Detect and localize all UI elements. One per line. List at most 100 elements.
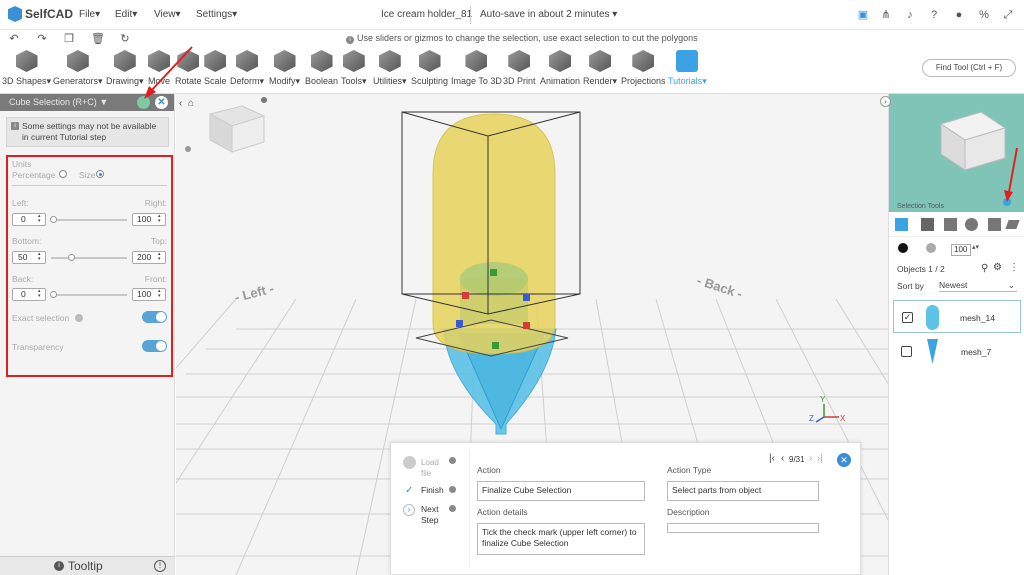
more-icon[interactable]: ⋮ bbox=[1009, 262, 1019, 273]
fullscreen-icon[interactable]: ⤢ bbox=[1001, 8, 1015, 22]
percent-icon[interactable]: % bbox=[977, 8, 991, 22]
object-select-icon[interactable] bbox=[895, 218, 908, 231]
object-checkbox[interactable]: ✓ bbox=[902, 312, 913, 323]
next-step-icon[interactable]: › bbox=[403, 504, 415, 516]
refresh-icon[interactable]: ↻ bbox=[119, 32, 131, 45]
step-next[interactable]: Next Step bbox=[421, 504, 441, 526]
size-radio[interactable] bbox=[96, 170, 104, 178]
hint-text: i Use sliders or gizmos to change the sel… bbox=[346, 33, 698, 44]
next-page-icon[interactable]: › bbox=[809, 453, 812, 464]
tool-image-to-3d[interactable]: Image To 3D bbox=[451, 50, 502, 86]
autosave-status[interactable]: Auto-save in about 2 minutes ▾ bbox=[480, 9, 617, 20]
notifications-icon[interactable]: ♪ bbox=[903, 8, 917, 22]
caret-down-icon[interactable]: ▼ bbox=[99, 97, 108, 107]
size-label: Size bbox=[79, 170, 96, 180]
collapse-left-icon[interactable]: ‹ bbox=[179, 98, 182, 109]
animation-icon bbox=[549, 50, 572, 72]
face-select-icon[interactable] bbox=[921, 218, 934, 231]
right-input[interactable]: 100 bbox=[132, 213, 166, 226]
object-row[interactable]: ✓ mesh_14 bbox=[893, 300, 1021, 333]
gear-icon[interactable]: ⚙ bbox=[993, 262, 1002, 273]
info-icon bbox=[449, 457, 456, 464]
tool-drawing[interactable]: Drawing▾ bbox=[106, 50, 144, 87]
sculpting-icon bbox=[418, 50, 441, 72]
object-checkbox[interactable] bbox=[901, 346, 912, 357]
percentage-radio[interactable] bbox=[59, 170, 67, 178]
menu-file[interactable]: File▾ bbox=[79, 9, 100, 20]
sort-select[interactable]: Newest ⌄ bbox=[939, 278, 1017, 292]
first-page-icon[interactable]: |‹ bbox=[769, 453, 775, 464]
document-title[interactable]: Ice cream holder_81 bbox=[381, 9, 472, 20]
app-logo[interactable]: SelfCAD bbox=[8, 6, 73, 22]
transparency-toggle[interactable] bbox=[142, 340, 167, 352]
step-load-file[interactable]: Load file bbox=[421, 457, 441, 479]
axis-gizmo: X Y Z bbox=[809, 395, 846, 423]
question-icon[interactable]: ? bbox=[927, 8, 941, 22]
left-input[interactable]: 0 bbox=[12, 213, 46, 226]
tooltip-bar[interactable]: i Tooltip ! bbox=[0, 556, 175, 575]
tooltip-info-icon[interactable]: ! bbox=[154, 560, 166, 572]
tool-render[interactable]: Render▾ bbox=[583, 50, 617, 87]
tool-animation[interactable]: Animation bbox=[540, 50, 580, 86]
save-icon[interactable]: ▣ bbox=[856, 8, 870, 22]
delete-icon[interactable]: 🗑 bbox=[91, 32, 105, 45]
tool-boolean[interactable]: Boolean bbox=[305, 50, 338, 86]
back-slider-thumb[interactable] bbox=[50, 291, 57, 298]
tool-sculpting[interactable]: Sculpting bbox=[411, 50, 448, 86]
tool-generators[interactable]: Generators▾ bbox=[53, 50, 103, 87]
tool-3d-print[interactable]: 3D Print bbox=[503, 50, 536, 86]
bottom-slider-thumb[interactable] bbox=[68, 254, 75, 261]
redo-icon[interactable]: ↷ bbox=[36, 32, 48, 45]
gizmo-dot[interactable] bbox=[261, 97, 267, 103]
undo-icon[interactable]: ↶ bbox=[8, 32, 20, 45]
top-input[interactable]: 200 bbox=[132, 251, 166, 264]
capsule-mesh-icon bbox=[926, 305, 939, 330]
collapse-right-icon[interactable]: › bbox=[880, 96, 891, 107]
bottom-input[interactable]: 50 bbox=[12, 251, 46, 264]
copy-icon[interactable]: ❐ bbox=[63, 32, 75, 45]
left-slider-thumb[interactable] bbox=[50, 216, 57, 223]
back-front-slider[interactable] bbox=[51, 294, 127, 296]
material-icon[interactable] bbox=[926, 243, 936, 253]
close-tutorial-button[interactable]: ✕ bbox=[837, 453, 851, 467]
step-finish[interactable]: Finish bbox=[421, 485, 444, 495]
bottom-top-slider[interactable] bbox=[51, 257, 127, 259]
opacity-spinner-icon[interactable]: ▴▾ bbox=[972, 243, 979, 251]
menu-edit[interactable]: Edit▾ bbox=[115, 9, 137, 20]
info-icon[interactable]: ● bbox=[952, 8, 966, 22]
prev-page-icon[interactable]: ‹ bbox=[781, 453, 784, 464]
share-icon[interactable]: ⋔ bbox=[879, 8, 893, 22]
info-icon bbox=[75, 314, 83, 322]
tool-utilities[interactable]: Utilities▾ bbox=[373, 50, 407, 87]
view-cube[interactable] bbox=[185, 97, 267, 153]
tool-scale[interactable]: Scale bbox=[204, 50, 227, 86]
tool-deform[interactable]: Deform▾ bbox=[230, 50, 264, 87]
opacity-input[interactable]: 100 bbox=[951, 244, 971, 256]
orbit-icon[interactable] bbox=[185, 146, 191, 152]
tool-tutorials[interactable]: Tutorials▾ bbox=[668, 50, 707, 87]
vertex-select-icon[interactable] bbox=[965, 218, 978, 231]
info-circle-icon: i bbox=[346, 36, 354, 44]
find-tool-input[interactable]: Find Tool (Ctrl + F) bbox=[922, 59, 1016, 77]
polygon-select-icon[interactable] bbox=[988, 218, 1001, 231]
tool-projections[interactable]: Projections bbox=[621, 50, 666, 86]
back-input[interactable]: 0 bbox=[12, 288, 46, 301]
object-row[interactable]: mesh_7 bbox=[893, 335, 1021, 368]
tool-modify[interactable]: Modify▾ bbox=[269, 50, 300, 87]
front-input[interactable]: 100 bbox=[132, 288, 166, 301]
menu-settings[interactable]: Settings▾ bbox=[196, 9, 237, 20]
tool-3d-shapes[interactable]: 3D Shapes▾ bbox=[2, 50, 51, 87]
tool-tools[interactable]: Tools▾ bbox=[341, 50, 367, 87]
search-icon[interactable]: ⚲ bbox=[981, 263, 988, 274]
edge-select-icon[interactable] bbox=[944, 218, 957, 231]
plane-select-icon[interactable] bbox=[1005, 220, 1020, 229]
left-right-slider[interactable] bbox=[51, 219, 127, 221]
selection-tools-label: Selection Tools bbox=[897, 203, 944, 210]
color-swatch[interactable] bbox=[898, 243, 908, 253]
last-page-icon[interactable]: ›| bbox=[817, 453, 823, 464]
home-icon[interactable]: ⌂ bbox=[188, 98, 194, 109]
exact-selection-toggle[interactable] bbox=[142, 311, 167, 323]
menu-view[interactable]: View▾ bbox=[154, 9, 181, 20]
app-name: SelfCAD bbox=[25, 7, 74, 21]
image-to-3d-icon bbox=[465, 50, 488, 72]
